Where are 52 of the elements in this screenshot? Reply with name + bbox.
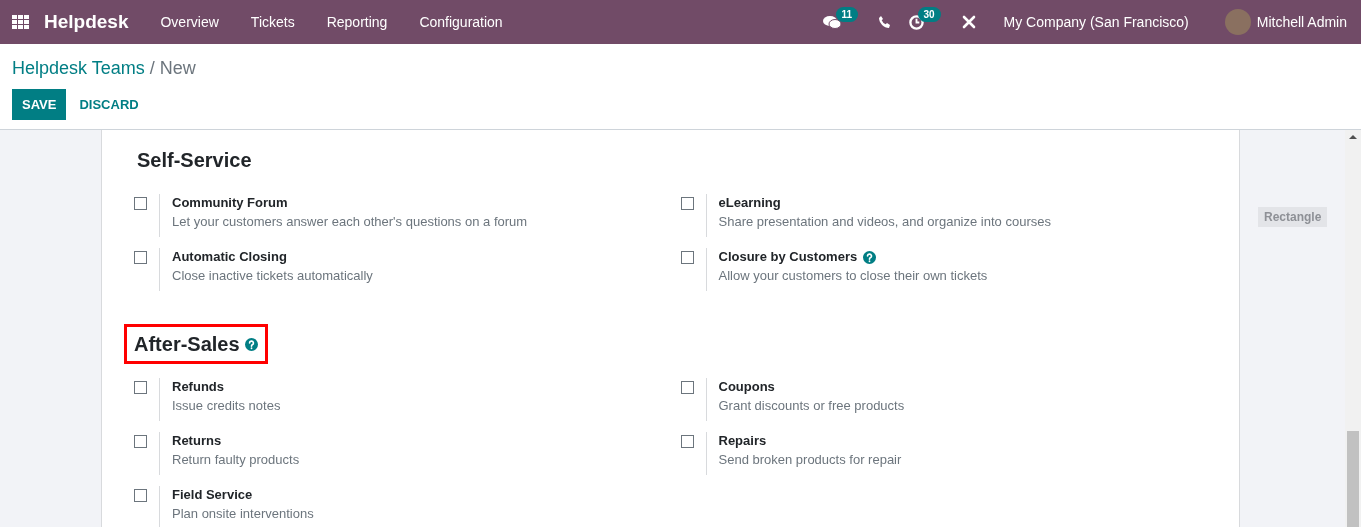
nav-menu-item[interactable]: Reporting: [310, 11, 404, 33]
setting-description: Plan onsite interventions: [172, 505, 314, 523]
scrollbar[interactable]: [1345, 130, 1361, 527]
company-switcher[interactable]: My Company (San Francisco): [1003, 11, 1189, 33]
scrollbar-thumb[interactable]: [1347, 431, 1359, 527]
setting-description: Send broken products for repair: [718, 451, 902, 469]
setting-checkbox[interactable]: [134, 435, 147, 448]
setting-title: Repairs: [718, 432, 767, 450]
section-title: After-Sales: [124, 324, 268, 364]
setting-checkbox[interactable]: [134, 381, 147, 394]
rectangle-label: Rectangle: [1258, 207, 1328, 227]
setting-title: Community Forum: [172, 194, 288, 212]
setting-description: Grant discounts or free products: [718, 397, 905, 415]
help-icon[interactable]: [244, 337, 258, 351]
setting-checkbox[interactable]: [134, 251, 147, 264]
setting-description: Let your customers answer each other's questions on a forum: [172, 213, 528, 231]
setting-title: Closure by Customers: [718, 248, 858, 266]
setting-title: Returns: [172, 432, 222, 450]
setting-title: eLearning: [718, 194, 781, 212]
setting-description: Share presentation and videos, and organize into courses: [718, 213, 1051, 231]
nav-menu-item[interactable]: Configuration: [403, 11, 519, 33]
setting-checkbox[interactable]: [680, 381, 694, 394]
help-icon[interactable]: [863, 250, 877, 264]
save-button[interactable]: SAVE: [12, 89, 67, 120]
setting-description: Close inactive tickets automatically: [172, 267, 373, 285]
setting-title: Automatic Closing: [172, 248, 287, 266]
setting-title: Coupons: [718, 378, 775, 396]
setting-checkbox[interactable]: [680, 435, 694, 448]
setting-description: Return faulty products: [172, 451, 300, 469]
nav-menu-item[interactable]: Tickets: [234, 11, 311, 33]
setting-checkbox[interactable]: [680, 251, 694, 264]
message-count-badge: 11: [835, 6, 859, 22]
discard-button[interactable]: DISCARD: [68, 89, 150, 120]
app-grid-icon[interactable]: [12, 14, 29, 30]
breadcrumb-link[interactable]: Helpdesk Teams: [12, 58, 145, 78]
setting-title: Field Service: [172, 486, 253, 504]
activity-count-badge: 30: [917, 6, 941, 22]
setting-checkbox[interactable]: [680, 197, 694, 210]
app-name[interactable]: Helpdesk: [44, 7, 129, 37]
nav-menu-item[interactable]: Overview: [144, 11, 235, 33]
breadcrumb-current: New: [159, 58, 196, 78]
setting-description: Allow your customers to close their own tickets: [718, 267, 988, 285]
user-name[interactable]: Mitchell Admin: [1256, 11, 1347, 33]
setting-description: Issue credits notes: [172, 397, 281, 415]
chat-bubbles-icon[interactable]: [822, 14, 841, 30]
breadcrumb-separator: /: [149, 58, 155, 78]
setting-checkbox[interactable]: [134, 489, 147, 502]
setting-title: Refunds: [172, 378, 224, 396]
clock-icon[interactable]: [908, 14, 924, 30]
section-title: Self-Service: [136, 148, 253, 173]
setting-checkbox[interactable]: [134, 197, 147, 210]
phone-icon[interactable]: [878, 16, 891, 28]
